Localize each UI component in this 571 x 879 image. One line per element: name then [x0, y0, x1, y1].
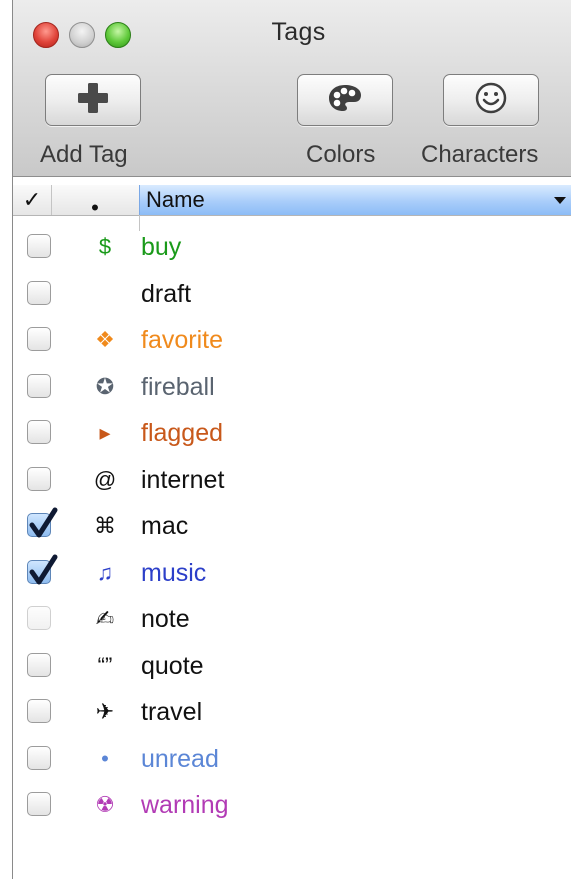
tags-window: Tags Add Tag Colors Characters ✓ • Name … [12, 0, 571, 879]
tag-checkbox[interactable] [27, 554, 58, 584]
characters-label: Characters [421, 141, 539, 168]
tag-name: favorite [141, 326, 223, 354]
tag-row-fireball[interactable]: ✪ fireball [13, 364, 571, 411]
tag-name: mac [141, 512, 189, 540]
tag-checkbox[interactable] [27, 699, 51, 723]
tag-row-favorite[interactable]: ❖ favorite [13, 317, 571, 364]
palette-icon [327, 82, 363, 119]
tag-row-travel[interactable]: ✈ travel [13, 689, 571, 736]
title-toolbar: Tags Add Tag Colors Characters [13, 0, 571, 177]
tag-row-warning[interactable]: ☢ warning [13, 782, 571, 829]
colors-label: Colors [306, 141, 376, 168]
tag-checkbox[interactable] [27, 792, 51, 816]
tag-name: unread [141, 744, 219, 773]
tag-checkbox[interactable] [27, 745, 51, 770]
triangle-icon: ▸ [99, 420, 111, 445]
tag-checkbox[interactable] [27, 606, 51, 630]
tag-row-music[interactable]: ♫ music [13, 550, 571, 597]
tag-checkbox[interactable] [27, 327, 51, 351]
dollar-icon: $ [98, 234, 112, 259]
tag-name: flagged [141, 419, 224, 447]
tag-name: travel [141, 698, 203, 726]
plus-icon [75, 80, 111, 121]
tag-checkbox[interactable] [27, 234, 51, 258]
colors-button[interactable] [297, 74, 393, 126]
writing-hand-icon: ✍ [95, 606, 115, 631]
tag-symbol [85, 271, 125, 317]
sort-arrow-icon[interactable] [554, 197, 566, 204]
tag-row-flagged[interactable]: ▸ flagged [13, 410, 571, 457]
tag-row-unread[interactable]: • unread [13, 736, 571, 783]
add-tag-label: Add Tag [40, 141, 128, 168]
column-header-name-label: Name [146, 187, 205, 212]
window-title: Tags [271, 18, 326, 46]
tag-name: music [141, 558, 207, 587]
tag-checkbox[interactable] [27, 466, 51, 491]
star-circle-icon: ✪ [95, 373, 115, 399]
checkmark-icon [29, 507, 58, 538]
tag-checkbox[interactable] [27, 507, 58, 538]
column-header-name[interactable]: Name [139, 185, 571, 215]
airplane-icon: ✈ [95, 699, 115, 724]
tag-row-draft[interactable]: draft [13, 271, 571, 318]
at-icon: @ [93, 466, 117, 492]
tag-checkbox[interactable] [27, 373, 51, 398]
tag-name: note [141, 605, 190, 633]
add-tag-button[interactable] [45, 74, 141, 126]
tag-row-note[interactable]: ✍ note [13, 596, 571, 643]
tag-name: draft [141, 279, 192, 308]
tag-list: $ buy draft ❖ favorite ✪ fireball ▸ flagged @ inte… [13, 224, 571, 829]
characters-button[interactable] [443, 74, 539, 126]
dot-icon: • [101, 745, 109, 771]
tag-name: buy [141, 233, 182, 261]
tag-checkbox[interactable] [27, 420, 51, 444]
tag-row-buy[interactable]: $ buy [13, 224, 571, 271]
tag-row-mac[interactable]: ⌘ mac [13, 503, 571, 550]
tag-row-quote[interactable]: “” quote [13, 643, 571, 690]
smiley-icon [474, 81, 508, 120]
diamond-icon: ❖ [95, 327, 115, 352]
tag-name: quote [141, 651, 204, 680]
radiation-icon: ☢ [95, 792, 115, 817]
tag-name: warning [141, 791, 229, 819]
music-note-icon: ♫ [96, 559, 114, 585]
tag-checkbox[interactable] [27, 280, 51, 305]
checkmark-icon [29, 554, 58, 584]
table-header: ✓ • Name [13, 185, 571, 231]
command-icon: ⌘ [94, 513, 116, 538]
tag-checkbox[interactable] [27, 652, 51, 677]
tag-row-internet[interactable]: @ internet [13, 457, 571, 504]
quote-icon: “” [97, 652, 113, 678]
column-header-check[interactable]: ✓ [13, 185, 52, 215]
tag-name: internet [141, 465, 225, 494]
tag-name: fireball [141, 372, 215, 401]
